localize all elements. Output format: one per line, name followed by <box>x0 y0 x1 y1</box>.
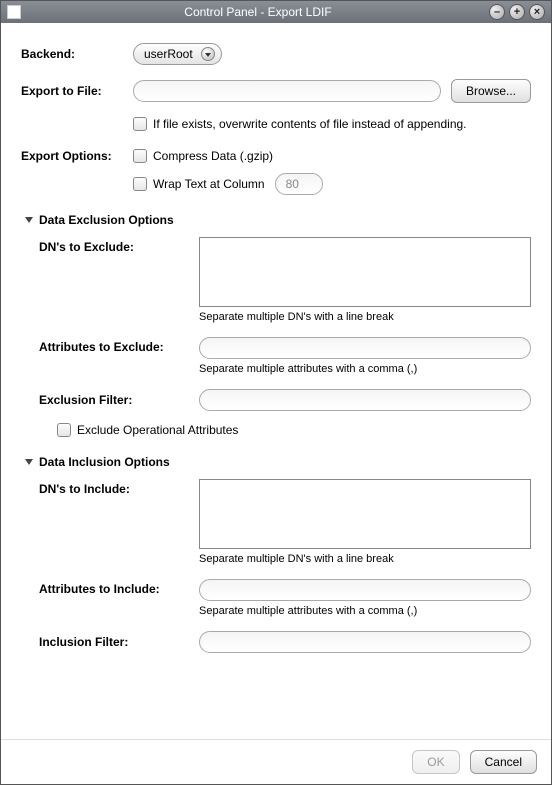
exclude-operational-label: Exclude Operational Attributes <box>77 423 238 437</box>
exclusion-filter-input-wrapper <box>199 389 531 411</box>
inclusion-dn-label: DN's to Include: <box>39 479 199 496</box>
exclude-operational-checkbox[interactable] <box>57 423 71 437</box>
overwrite-label: If file exists, overwrite contents of fi… <box>153 117 467 131</box>
titlebar: Control Panel - Export LDIF – + × <box>1 1 551 23</box>
inclusion-section-title: Data Inclusion Options <box>39 455 170 469</box>
browse-button[interactable]: Browse... <box>451 79 531 103</box>
wrap-label: Wrap Text at Column <box>153 177 265 191</box>
export-file-label: Export to File: <box>21 84 133 98</box>
exclusion-filter-input[interactable] <box>208 390 522 410</box>
inclusion-filter-label: Inclusion Filter: <box>39 635 199 649</box>
content-area: Backend: userRoot Export to File: Browse… <box>1 23 551 739</box>
exclusion-filter-label: Exclusion Filter: <box>39 393 199 407</box>
inclusion-filter-input-wrapper <box>199 631 531 653</box>
backend-dropdown[interactable]: userRoot <box>133 43 222 65</box>
export-file-input-wrapper <box>133 80 441 102</box>
document-icon <box>7 5 21 19</box>
exclusion-attr-input-wrapper <box>199 337 531 359</box>
exclusion-attr-label: Attributes to Exclude: <box>39 337 199 354</box>
exclusion-dn-label: DN's to Exclude: <box>39 237 199 254</box>
inclusion-dn-hint: Separate multiple DN's with a line break <box>199 553 531 565</box>
exclusion-attr-hint: Separate multiple attributes with a comm… <box>199 363 531 375</box>
inclusion-attr-label: Attributes to Include: <box>39 579 199 596</box>
compress-label: Compress Data (.gzip) <box>153 149 273 163</box>
wrap-checkbox[interactable] <box>133 177 147 191</box>
exclusion-dn-hint: Separate multiple DN's with a line break <box>199 311 531 323</box>
close-icon[interactable]: × <box>529 4 545 20</box>
inclusion-attr-input-wrapper <box>199 579 531 601</box>
chevron-down-icon <box>25 217 33 223</box>
backend-label: Backend: <box>21 47 133 61</box>
overwrite-checkbox[interactable] <box>133 117 147 131</box>
dropdown-arrow-icon <box>201 47 215 61</box>
export-file-input[interactable] <box>142 81 432 101</box>
window-title: Control Panel - Export LDIF <box>27 5 489 19</box>
exclusion-dn-textarea-wrapper <box>199 237 531 307</box>
inclusion-filter-input[interactable] <box>208 632 522 652</box>
exclusion-dn-textarea[interactable] <box>202 240 528 304</box>
wrap-column-input[interactable] <box>284 174 314 194</box>
ok-button[interactable]: OK <box>412 750 459 774</box>
compress-checkbox[interactable] <box>133 149 147 163</box>
inclusion-dn-textarea[interactable] <box>202 482 528 546</box>
inclusion-section-header[interactable]: Data Inclusion Options <box>25 455 531 469</box>
inclusion-attr-input[interactable] <box>208 580 522 600</box>
chevron-down-icon <box>25 459 33 465</box>
export-options-label: Export Options: <box>21 149 133 163</box>
maximize-icon[interactable]: + <box>509 4 525 20</box>
inclusion-attr-hint: Separate multiple attributes with a comm… <box>199 605 531 617</box>
export-ldif-window: Control Panel - Export LDIF – + × Backen… <box>0 0 552 785</box>
backend-selected: userRoot <box>144 47 193 61</box>
dialog-footer: OK Cancel <box>1 739 551 784</box>
minimize-icon[interactable]: – <box>489 4 505 20</box>
wrap-column-input-wrapper <box>275 173 323 195</box>
exclusion-attr-input[interactable] <box>208 338 522 358</box>
cancel-button[interactable]: Cancel <box>470 750 537 774</box>
exclusion-section-title: Data Exclusion Options <box>39 213 174 227</box>
inclusion-dn-textarea-wrapper <box>199 479 531 549</box>
exclusion-section-header[interactable]: Data Exclusion Options <box>25 213 531 227</box>
